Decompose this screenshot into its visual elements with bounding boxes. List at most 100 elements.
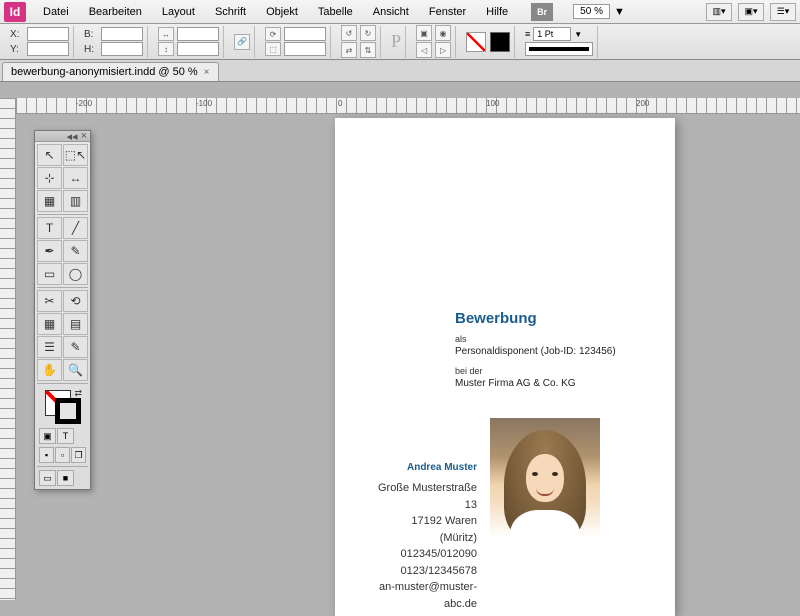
menu-objekt[interactable]: Objekt bbox=[257, 3, 307, 21]
line-tool[interactable]: ╱ bbox=[63, 217, 88, 239]
rotate-cw-icon[interactable]: ↻ bbox=[360, 25, 376, 41]
toolbox-panel[interactable]: ◂◂× ↖ ⬚↖ ⊹ ↔ ▦ ▥ T ╱ ✒ ✎ ▭ ◯ ✂ ⟲ ▦ ▤ ☰ ✎… bbox=[34, 130, 91, 490]
collapse-icon[interactable]: ◂◂ bbox=[67, 130, 78, 143]
zoom-value[interactable]: 50 % bbox=[573, 4, 610, 19]
tab-close-icon[interactable]: × bbox=[204, 67, 210, 78]
shear-icon[interactable]: ⬚ bbox=[265, 42, 281, 56]
scale-y-input[interactable] bbox=[177, 42, 219, 56]
ruler-mark: 100 bbox=[486, 99, 499, 108]
menu-schrift[interactable]: Schrift bbox=[206, 3, 255, 21]
eyedropper-tool[interactable]: ✎ bbox=[63, 336, 88, 358]
w-input[interactable] bbox=[101, 27, 143, 41]
menu-datei[interactable]: Datei bbox=[34, 3, 78, 21]
doc-text-als: als bbox=[455, 334, 467, 344]
w-label: B: bbox=[84, 29, 98, 40]
swap-colors-icon[interactable]: ⇄ bbox=[74, 388, 82, 399]
gradient-swatch-tool[interactable]: ▦ bbox=[37, 313, 62, 335]
direct-selection-tool[interactable]: ⬚↖ bbox=[63, 144, 88, 166]
next-object-icon[interactable]: ▷ bbox=[435, 42, 451, 58]
x-input[interactable] bbox=[27, 27, 69, 41]
bridge-button[interactable]: Br bbox=[531, 3, 553, 21]
flip-h-icon[interactable]: ⇄ bbox=[341, 42, 357, 58]
doc-text-bei: bei der bbox=[455, 366, 483, 376]
dropdown-icon[interactable]: ▼ bbox=[614, 6, 625, 18]
rotate-input[interactable] bbox=[284, 27, 326, 41]
apply-gradient-icon[interactable]: ▫ bbox=[55, 447, 70, 463]
addr-line: 0123/12345678 bbox=[375, 563, 477, 580]
apply-color-icon[interactable]: ▪ bbox=[39, 447, 54, 463]
menu-fenster[interactable]: Fenster bbox=[420, 3, 475, 21]
ruler-horizontal[interactable]: -200 -100 0 100 200 bbox=[16, 98, 800, 114]
page-tool[interactable]: ⊹ bbox=[37, 167, 62, 189]
toolbox-header[interactable]: ◂◂× bbox=[35, 131, 90, 142]
content-placer-tool[interactable]: ▥ bbox=[63, 190, 88, 212]
stroke-color-swatch[interactable] bbox=[55, 398, 81, 424]
scale-x-input[interactable] bbox=[177, 27, 219, 41]
pencil-tool[interactable]: ✎ bbox=[63, 240, 88, 262]
ruler-vertical[interactable] bbox=[0, 98, 16, 600]
ellipse-tool[interactable]: ◯ bbox=[63, 263, 88, 285]
menu-ansicht[interactable]: Ansicht bbox=[364, 3, 418, 21]
stroke-style-select[interactable] bbox=[525, 42, 593, 56]
menu-layout[interactable]: Layout bbox=[153, 3, 204, 21]
gap-tool[interactable]: ↔ bbox=[63, 167, 88, 189]
addr-line: 012345/012090 bbox=[375, 546, 477, 563]
tab-title: bewerbung-anonymisiert.indd @ 50 % bbox=[11, 66, 198, 78]
apply-none-icon[interactable]: ❐ bbox=[71, 447, 86, 463]
fill-swatch[interactable] bbox=[466, 32, 486, 52]
scissors-tool[interactable]: ✂ bbox=[37, 290, 62, 312]
close-icon[interactable]: × bbox=[81, 130, 87, 142]
document-page[interactable]: Bewerbung als Personaldisponent (Job-ID:… bbox=[335, 118, 675, 616]
shear-input[interactable] bbox=[284, 42, 326, 56]
zoom-tool[interactable]: 🔍 bbox=[63, 359, 88, 381]
gradient-feather-tool[interactable]: ▤ bbox=[63, 313, 88, 335]
preview-view-icon[interactable]: ■ bbox=[57, 470, 74, 486]
formatting-text-icon[interactable]: T bbox=[57, 428, 74, 444]
ruler-mark: -100 bbox=[196, 99, 212, 108]
applicant-address: Große Musterstraße 13 17192 Waren (Mürit… bbox=[375, 480, 477, 612]
arrange-icon[interactable]: ☰▾ bbox=[770, 3, 796, 21]
flip-v-icon[interactable]: ⇅ bbox=[360, 42, 376, 58]
applicant-photo bbox=[490, 418, 600, 558]
addr-line: an-muster@muster-abc.de bbox=[375, 579, 477, 612]
selection-tool[interactable]: ↖ bbox=[37, 144, 62, 166]
menu-hilfe[interactable]: Hilfe bbox=[477, 3, 517, 21]
stroke-weight-input[interactable]: 1 Pt bbox=[533, 27, 571, 41]
menu-tabelle[interactable]: Tabelle bbox=[309, 3, 362, 21]
y-label: Y: bbox=[10, 44, 24, 55]
hand-tool[interactable]: ✋ bbox=[37, 359, 62, 381]
constrain-icon[interactable]: 🔗 bbox=[234, 34, 250, 50]
stroke-swatch[interactable] bbox=[490, 32, 510, 52]
scale-x-icon[interactable]: ↔ bbox=[158, 27, 174, 41]
prev-object-icon[interactable]: ◁ bbox=[416, 42, 432, 58]
dropdown-icon[interactable]: ▼ bbox=[574, 30, 582, 39]
menu-bearbeiten[interactable]: Bearbeiten bbox=[80, 3, 151, 21]
screen-mode-icon[interactable]: ▣▾ bbox=[738, 3, 764, 21]
rectangle-frame-tool[interactable]: ▭ bbox=[37, 263, 62, 285]
ruler-mark: -200 bbox=[76, 99, 92, 108]
rotate-icon[interactable]: ⟳ bbox=[265, 27, 281, 41]
free-transform-tool[interactable]: ⟲ bbox=[63, 290, 88, 312]
container-select-icon[interactable]: ▣ bbox=[416, 25, 432, 41]
fill-stroke-swatches[interactable]: ⇄ bbox=[37, 386, 88, 426]
ruler-mark: 0 bbox=[338, 99, 342, 108]
pen-tool[interactable]: ✒ bbox=[37, 240, 62, 262]
view-mode-icon[interactable]: ▥▾ bbox=[706, 3, 732, 21]
h-input[interactable] bbox=[101, 42, 143, 56]
stroke-weight-icon: ≡ bbox=[525, 29, 530, 39]
scale-y-icon[interactable]: ↕ bbox=[158, 42, 174, 56]
normal-view-icon[interactable]: ▭ bbox=[39, 470, 56, 486]
type-tool[interactable]: T bbox=[37, 217, 62, 239]
content-select-icon[interactable]: ◉ bbox=[435, 25, 451, 41]
y-input[interactable] bbox=[27, 42, 69, 56]
addr-line: Große Musterstraße 13 bbox=[375, 480, 477, 513]
rotate-ccw-icon[interactable]: ↺ bbox=[341, 25, 357, 41]
zoom-control[interactable]: 50 % ▼ bbox=[573, 4, 625, 19]
formatting-container-icon[interactable]: ▣ bbox=[39, 428, 56, 444]
document-tab[interactable]: bewerbung-anonymisiert.indd @ 50 % × bbox=[2, 62, 219, 81]
app-logo: Id bbox=[4, 2, 26, 22]
paragraph-icon: P bbox=[391, 31, 401, 52]
note-tool[interactable]: ☰ bbox=[37, 336, 62, 358]
content-collector-tool[interactable]: ▦ bbox=[37, 190, 62, 212]
document-tab-bar: bewerbung-anonymisiert.indd @ 50 % × bbox=[0, 60, 800, 82]
